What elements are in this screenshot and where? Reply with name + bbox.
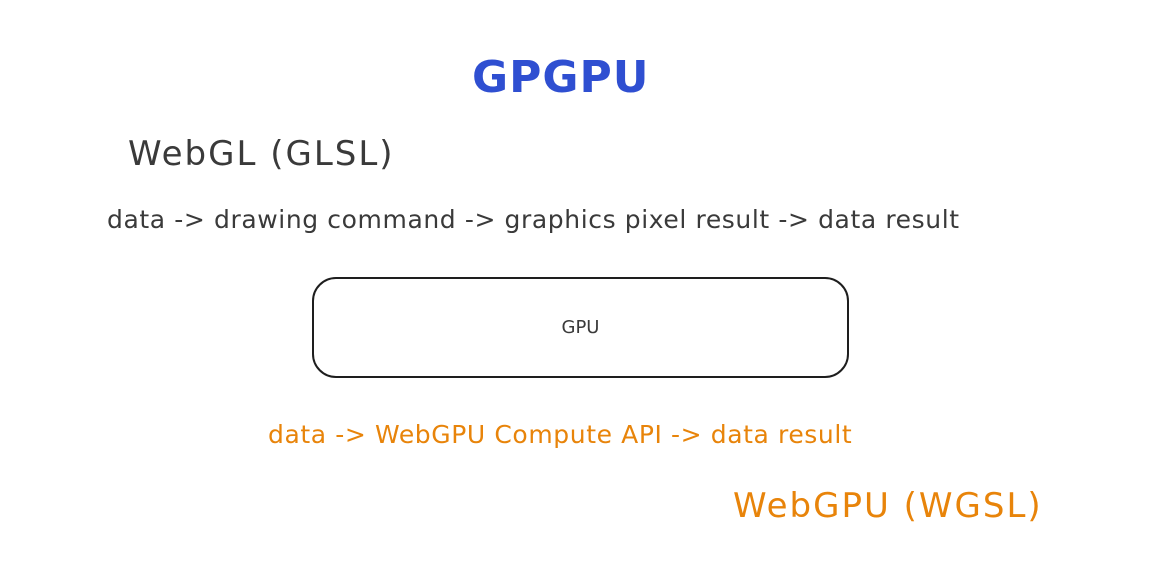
webgpu-pipeline-text: data -> WebGPU Compute API -> data resul… — [268, 420, 853, 449]
webgl-pipeline-text: data -> drawing command -> graphics pixe… — [107, 205, 960, 234]
diagram-canvas: GPGPU WebGL (GLSL) data -> drawing comma… — [0, 0, 1155, 582]
webgpu-wgsl-label: WebGPU (WGSL) — [733, 486, 1043, 526]
gpu-box-label: GPU — [561, 317, 600, 338]
webgl-glsl-label: WebGL (GLSL) — [128, 134, 395, 174]
gpu-box: GPU — [312, 277, 849, 378]
diagram-title: GPGPU — [472, 52, 650, 103]
